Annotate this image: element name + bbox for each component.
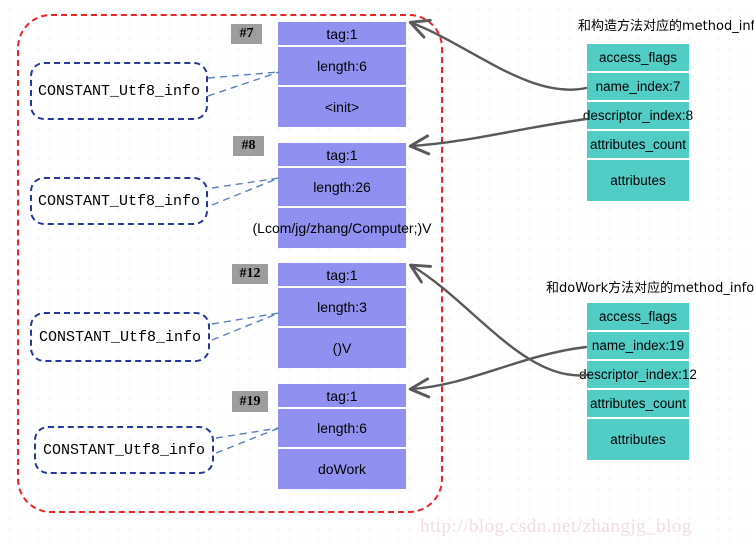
- utf8-info-box-19: CONSTANT_Utf8_info: [34, 426, 214, 474]
- cp-entry-table-7: tag:1 length:6 <init>: [278, 22, 406, 127]
- cp-row-value-text: (Lcom/jg/zhang/Computer;)V: [252, 220, 432, 236]
- method-info-table-dowork: access_flags name_index:19 descriptor_in…: [579, 303, 697, 460]
- cp-row-tag: tag:1: [278, 384, 406, 409]
- index-tag-7: #7: [231, 24, 262, 44]
- mi-row-access-flags: access_flags: [587, 303, 689, 332]
- utf8-info-label: CONSTANT_Utf8_info: [37, 192, 201, 210]
- mi-row-descriptor-index: descriptor_index:8: [583, 102, 693, 131]
- method-info-table-constructor: access_flags name_index:7 descriptor_ind…: [583, 44, 693, 201]
- cp-row-length: length:6: [278, 409, 406, 449]
- diagram-canvas: CONSTANT_Utf8_info CONSTANT_Utf8_info CO…: [0, 0, 754, 547]
- cp-row-value: <init>: [278, 87, 406, 127]
- index-tag-label: #19: [239, 393, 261, 409]
- cp-row-value: ()V: [278, 328, 406, 368]
- utf8-info-label: CONSTANT_Utf8_info: [37, 82, 201, 100]
- utf8-info-label: CONSTANT_Utf8_info: [38, 328, 202, 346]
- caption-dowork-method-info: 和doWork方法对应的method_info: [546, 281, 754, 296]
- utf8-info-box-8: CONSTANT_Utf8_info: [30, 177, 208, 225]
- cp-row-length: length:6: [278, 47, 406, 87]
- mi-row-attributes-count: attributes_count: [587, 131, 689, 160]
- utf8-info-label: CONSTANT_Utf8_info: [42, 441, 206, 459]
- index-tag-8: #8: [233, 136, 264, 156]
- watermark: http://blog.csdn.net/zhangjg_blog: [420, 516, 692, 537]
- cp-row-length: length:26: [278, 168, 406, 208]
- cp-row-value: (Lcom/jg/zhang/Computer;)V: [253, 208, 431, 248]
- cp-row-tag: tag:1: [278, 22, 406, 47]
- mi-row-name-index: name_index:7: [587, 73, 689, 102]
- mi-row-descriptor-index: descriptor_index:12: [579, 361, 697, 390]
- utf8-info-box-12: CONSTANT_Utf8_info: [30, 312, 210, 362]
- mi-row-attributes: attributes: [587, 419, 689, 460]
- cp-row-tag: tag:1: [278, 263, 406, 288]
- index-tag-label: #12: [239, 266, 261, 281]
- mi-row-access-flags: access_flags: [587, 44, 689, 73]
- mi-row-attributes-count: attributes_count: [587, 390, 689, 419]
- cp-entry-table-8: tag:1 length:26 (Lcom/jg/zhang/Computer;…: [253, 143, 431, 248]
- cp-row-tag: tag:1: [278, 143, 406, 168]
- index-tag-19: #19: [232, 391, 268, 412]
- cp-entry-table-19: tag:1 length:6 doWork: [278, 384, 406, 489]
- index-tag-label: #8: [241, 138, 256, 153]
- mi-row-name-index: name_index:19: [587, 332, 689, 361]
- index-tag-12: #12: [232, 264, 268, 284]
- cp-row-value: doWork: [278, 449, 406, 489]
- caption-constructor-method-info: 和构造方法对应的method_info: [578, 19, 754, 34]
- cp-entry-table-12: tag:1 length:3 ()V: [278, 263, 406, 368]
- index-tag-label: #7: [239, 26, 254, 41]
- cp-row-length: length:3: [278, 288, 406, 328]
- utf8-info-box-7: CONSTANT_Utf8_info: [30, 62, 208, 120]
- mi-row-attributes: attributes: [587, 160, 689, 201]
